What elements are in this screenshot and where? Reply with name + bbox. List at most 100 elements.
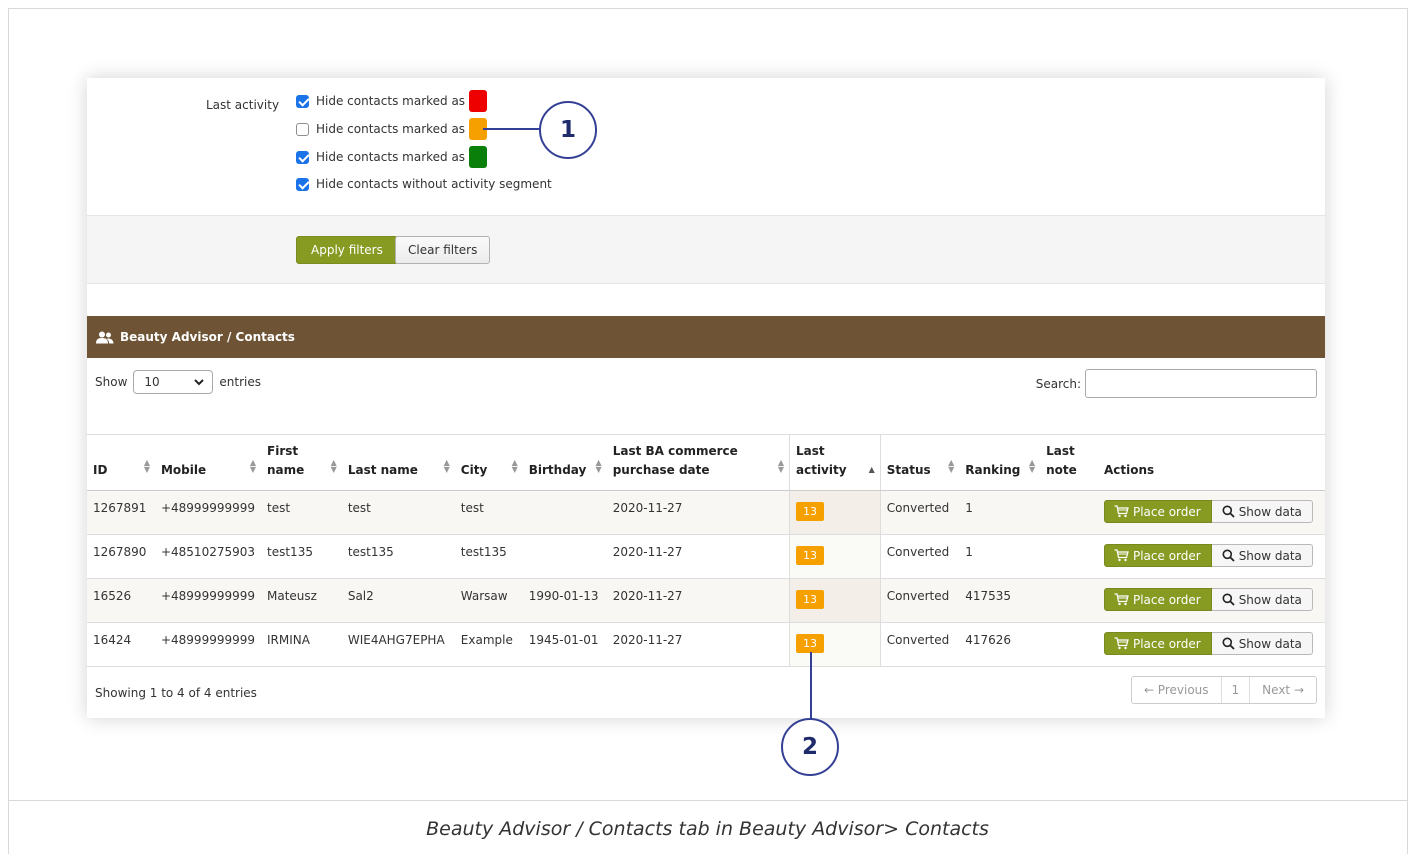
cell-mobile: +48999999999 (154, 578, 262, 623)
page-size-select[interactable]: 10 (133, 370, 214, 394)
cell-actions: Place order Show data (1097, 578, 1325, 623)
show-label: Show (95, 375, 128, 389)
activity-badge: 13 (796, 546, 824, 565)
show-data-button[interactable]: Show data (1211, 500, 1313, 523)
sort-asc-icon: ▲ (868, 465, 875, 474)
checkbox-hide-orange[interactable] (296, 122, 309, 136)
apply-filters-button[interactable]: Apply filters (296, 236, 398, 264)
contacts-table: ID ▲ ▼ Mobile ▲ ▼ First name ▲ ▼ Last name ▲ ▼ C… (87, 434, 1325, 667)
show-data-button[interactable]: Show data (1211, 632, 1313, 655)
show-data-label: Show data (1238, 548, 1302, 563)
sort-icon: ▲ ▼ (249, 458, 257, 474)
filter-hide-green-label: Hide contacts marked as (316, 150, 466, 164)
show-data-button[interactable]: Show data (1211, 588, 1313, 611)
col-header-id[interactable]: ID ▲ ▼ (87, 434, 155, 491)
sort-icon: ▲ ▼ (511, 458, 518, 474)
show-data-label: Show data (1238, 504, 1302, 519)
clear-filters-button[interactable]: Clear filters (395, 236, 491, 264)
red-swatch (469, 90, 488, 112)
col-header-city[interactable]: City ▲ ▼ (454, 434, 523, 491)
table-row: 1267891 +48999999999 test test test 2020-11-2… (87, 490, 1325, 535)
activity-badge: 13 (796, 634, 824, 653)
checkbox-hide-no-segment[interactable] (296, 177, 309, 191)
cell-status: Converted (880, 622, 960, 667)
cell-id: 1267890 (87, 534, 155, 579)
col-header-mobile[interactable]: Mobile ▲ ▼ (154, 434, 262, 491)
cell-first: test (261, 490, 342, 535)
page-number[interactable]: 1 (1220, 677, 1251, 703)
cell-last: Sal2 (341, 578, 455, 623)
chevron-down-icon (194, 375, 205, 389)
col-header-status[interactable]: Status ▲ ▼ (880, 434, 960, 491)
filter-hide-green[interactable]: Hide contacts marked as (296, 146, 488, 168)
cell-status: Converted (880, 490, 960, 535)
entries-info: Showing 1 to 4 of 4 entries (95, 686, 257, 700)
sort-icon: ▲ ▼ (443, 458, 450, 474)
cell-last-activity: 13 (789, 622, 881, 667)
cell-birthday: 1945-01-01 (522, 622, 607, 667)
cell-birthday: 1990-01-13 (522, 578, 607, 623)
search-input[interactable] (1085, 369, 1317, 398)
panel-title: Beauty Advisor / Contacts (120, 330, 295, 344)
cart-icon (1114, 593, 1129, 606)
activity-badge: 13 (796, 590, 824, 609)
cell-last-note (1040, 622, 1098, 667)
cell-id: 16526 (87, 578, 155, 623)
caption-divider (9, 800, 1407, 801)
search-icon (1222, 637, 1235, 650)
cell-mobile: +48999999999 (154, 622, 262, 667)
last-activity-label: Last activity (206, 98, 280, 112)
filter-hide-no-segment-label: Hide contacts without activity segment (316, 177, 552, 191)
next-button[interactable]: Next → (1250, 677, 1316, 703)
previous-button[interactable]: ← Previous (1132, 677, 1221, 703)
checkbox-hide-green[interactable] (296, 150, 309, 164)
cell-purchase: 2020-11-27 (606, 534, 790, 579)
place-order-label: Place order (1132, 636, 1201, 651)
show-data-button[interactable]: Show data (1211, 544, 1313, 567)
cell-mobile: +48999999999 (154, 490, 262, 535)
cell-mobile: +48510275903 (154, 534, 262, 579)
col-header-ranking[interactable]: Ranking ▲ ▼ (959, 434, 1041, 491)
place-order-button[interactable]: Place order (1103, 500, 1212, 523)
contacts-card: Last activity Hide contacts marked as Hi… (87, 78, 1325, 718)
col-header-last-activity[interactable]: Last activity ▲ (789, 434, 881, 491)
sort-icon: ▲ ▼ (595, 458, 602, 474)
cell-last-note (1040, 490, 1098, 535)
cell-first: IRMINA (261, 622, 342, 667)
sort-icon: ▲ ▼ (143, 458, 150, 474)
cell-last: test135 (341, 534, 455, 579)
panel-header: Beauty Advisor / Contacts (87, 316, 1325, 358)
col-header-purchase-date[interactable]: Last BA commerce purchase date ▲ ▼ (606, 434, 790, 491)
filter-section: Last activity Hide contacts marked as Hi… (87, 78, 1325, 215)
cell-last-note (1040, 578, 1098, 623)
place-order-button[interactable]: Place order (1103, 588, 1212, 611)
filter-hide-orange[interactable]: Hide contacts marked as (296, 118, 488, 140)
cell-actions: Place order Show data (1097, 622, 1325, 667)
col-header-birthday[interactable]: Birthday ▲ ▼ (522, 434, 607, 491)
place-order-button[interactable]: Place order (1103, 632, 1212, 655)
cart-icon (1114, 505, 1129, 518)
filter-hide-no-segment[interactable]: Hide contacts without activity segment (296, 173, 552, 195)
cart-icon (1114, 549, 1129, 562)
filter-hide-red[interactable]: Hide contacts marked as (296, 90, 488, 112)
search-label: Search: (1035, 376, 1081, 391)
filter-button-bar: Apply filters Clear filters (87, 215, 1325, 284)
col-header-last-name[interactable]: Last name ▲ ▼ (341, 434, 455, 491)
table-row: 16526 +48999999999 Mateusz Sal2 Warsaw 1990-0… (87, 578, 1325, 623)
col-header-first-name[interactable]: First name ▲ ▼ (261, 434, 342, 491)
entries-label: entries (219, 375, 261, 389)
sort-icon: ▲ ▼ (777, 458, 784, 474)
callout-1-line (483, 128, 541, 130)
filter-hide-red-label: Hide contacts marked as (316, 94, 466, 108)
cell-purchase: 2020-11-27 (606, 622, 790, 667)
search-icon (1222, 505, 1235, 518)
place-order-button[interactable]: Place order (1103, 544, 1212, 567)
cell-last-activity: 13 (789, 490, 881, 535)
place-order-label: Place order (1132, 548, 1201, 563)
checkbox-hide-red[interactable] (296, 94, 309, 108)
table-row: 1267890 +48510275903 test135 test135 test135… (87, 534, 1325, 579)
cell-status: Converted (880, 578, 960, 623)
show-data-label: Show data (1238, 592, 1302, 607)
activity-badge: 13 (796, 502, 824, 521)
cell-ranking: 1 (959, 490, 1041, 535)
